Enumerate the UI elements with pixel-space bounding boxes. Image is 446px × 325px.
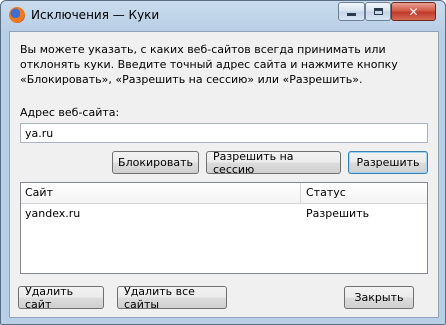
dialog-content: Вы можете указать, с каких веб-сайтов вс… <box>9 31 439 318</box>
close-button[interactable]: Закрыть <box>344 286 414 309</box>
remove-site-button[interactable]: Удалить сайт <box>18 285 104 311</box>
minimize-button[interactable] <box>338 2 365 21</box>
table-header: Сайт Статус <box>21 183 427 204</box>
titlebar[interactable]: Исключения — Куки ✕ <box>1 1 445 31</box>
row-site: yandex.ru <box>25 207 81 220</box>
sites-table[interactable]: Сайт Статус yandex.ru Разрешить <box>20 182 428 274</box>
window-title: Исключения — Куки <box>31 8 160 22</box>
allow-button[interactable]: Разрешить <box>348 151 428 174</box>
allow-session-button[interactable]: Разрешить на сессию <box>206 150 341 176</box>
table-row[interactable]: yandex.ru Разрешить <box>21 204 427 224</box>
address-label: Адрес веб-сайта: <box>20 106 120 119</box>
maximize-icon <box>373 8 383 15</box>
close-icon: ✕ <box>408 4 419 19</box>
address-input[interactable] <box>20 123 428 143</box>
description-text: Вы можете указать, с каких веб-сайтов вс… <box>20 43 398 86</box>
cookie-exceptions-window: Исключения — Куки ✕ Вы можете указать, с… <box>0 0 446 325</box>
firefox-icon <box>9 7 25 23</box>
row-status: Разрешить <box>306 207 370 220</box>
column-header-status[interactable]: Статус <box>306 186 346 199</box>
column-divider[interactable] <box>300 183 301 203</box>
remove-all-sites-button[interactable]: Удалить все сайты <box>117 285 227 311</box>
column-header-site[interactable]: Сайт <box>25 186 53 199</box>
block-button[interactable]: Блокировать <box>112 151 199 174</box>
close-window-button[interactable]: ✕ <box>391 2 436 21</box>
minimize-icon <box>347 13 356 16</box>
maximize-button[interactable] <box>365 2 391 21</box>
